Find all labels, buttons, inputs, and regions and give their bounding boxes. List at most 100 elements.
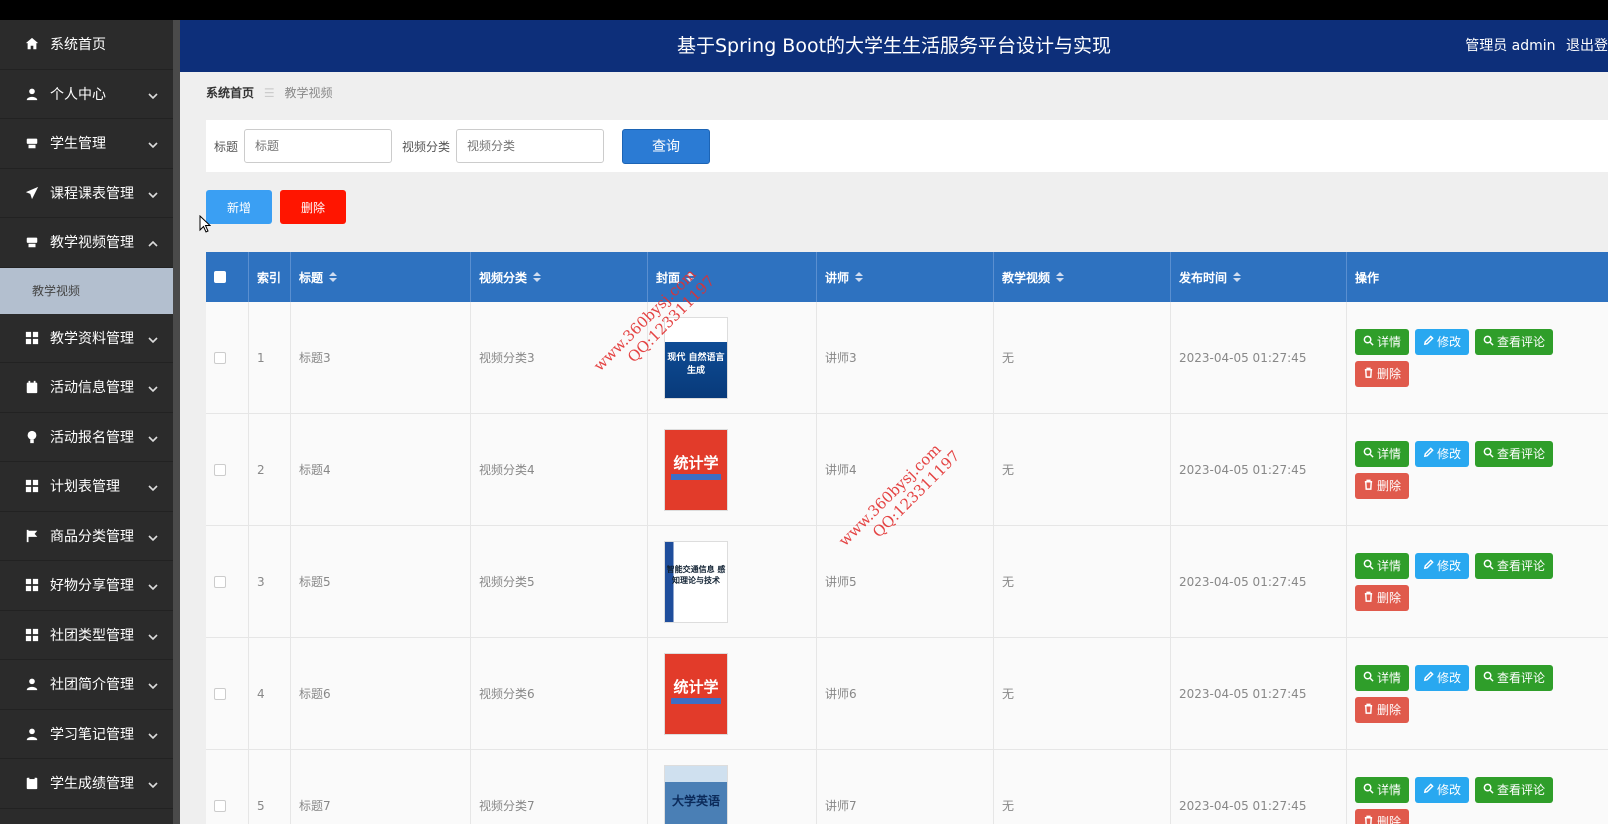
table-row[interactable]: 1 标题3 视频分类3 现代 自然语言生成 讲师3 无 2023-04-05 01:27:4… [206, 302, 1608, 414]
add-button[interactable]: 新增 [206, 190, 272, 224]
query-button[interactable]: 查询 [622, 128, 711, 164]
sidebar-item-13[interactable]: 学习笔记管理 [0, 710, 180, 759]
row-select[interactable] [206, 414, 249, 525]
category-input[interactable] [456, 129, 605, 163]
logout-link[interactable]: 退出登 [1566, 38, 1608, 54]
sidebar-item-label: 商品分类管理 [50, 528, 134, 545]
sort-icon[interactable] [855, 272, 864, 282]
detail-button[interactable]: 详情 [1355, 328, 1410, 355]
cell-video: 无 [994, 750, 1171, 824]
header-teacher[interactable]: 讲师 [817, 252, 994, 302]
delete-button[interactable]: 删除 [280, 190, 346, 224]
row-checkbox[interactable] [214, 351, 226, 364]
search-icon [1483, 671, 1497, 685]
table-row[interactable]: 3 标题5 视频分类5 智能交通信息 感知理论与技术 讲师5 无 2023-04-05 01… [206, 526, 1608, 638]
sidebar-item-5[interactable]: 教学资料管理 [0, 314, 180, 363]
breadcrumb-home[interactable]: 系统首页 [206, 86, 254, 100]
row-select[interactable] [206, 750, 249, 824]
row-select[interactable] [206, 526, 249, 637]
sidebar-scrollbar[interactable] [173, 20, 180, 824]
row-delete-button[interactable]: 删除 [1355, 360, 1410, 387]
grid-icon [24, 627, 40, 643]
edit-button[interactable]: 修改 [1415, 776, 1470, 803]
sidebar-item-label: 教学资料管理 [50, 330, 134, 347]
view-comments-button[interactable]: 查看评论 [1475, 776, 1554, 803]
edit-button[interactable]: 修改 [1415, 552, 1470, 579]
row-select[interactable] [206, 638, 249, 749]
cell-title: 标题6 [291, 638, 471, 749]
detail-button[interactable]: 详情 [1355, 440, 1410, 467]
row-checkbox[interactable] [214, 575, 226, 588]
row-delete-button[interactable]: 删除 [1355, 808, 1410, 824]
select-all-checkbox[interactable] [214, 271, 226, 283]
chevron-down-icon [148, 531, 158, 541]
row-checkbox[interactable] [214, 687, 226, 700]
sidebar-item-3[interactable]: 课程课表管理 [0, 169, 180, 218]
row-select[interactable] [206, 302, 249, 413]
table-row[interactable]: 4 标题6 视频分类6 统计学 讲师6 无 2023-04-05 01:27:45 详情 修改 查… [206, 638, 1608, 750]
row-checkbox[interactable] [214, 463, 226, 476]
view-comments-button[interactable]: 查看评论 [1475, 328, 1554, 355]
detail-button[interactable]: 详情 [1355, 664, 1410, 691]
header-video[interactable]: 教学视频 [994, 252, 1171, 302]
sidebar-item-0[interactable]: 系统首页 [0, 20, 180, 70]
row-delete-button[interactable]: 删除 [1355, 696, 1410, 723]
row-checkbox[interactable] [214, 799, 226, 812]
cover-image[interactable]: 统计学 [664, 428, 728, 511]
sort-icon[interactable] [1056, 272, 1065, 282]
edit-button[interactable]: 修改 [1415, 440, 1470, 467]
edit-button[interactable]: 修改 [1415, 664, 1470, 691]
sidebar-item-10[interactable]: 好物分享管理 [0, 561, 180, 611]
header-time-label: 发布时间 [1179, 270, 1228, 285]
view-comments-button[interactable]: 查看评论 [1475, 440, 1554, 467]
sidebar-subitem-video[interactable]: 教学视频 [0, 267, 180, 314]
view-comments-button[interactable]: 查看评论 [1475, 664, 1554, 691]
edit-button[interactable]: 修改 [1415, 328, 1470, 355]
sort-icon[interactable] [1233, 272, 1242, 282]
sidebar-item-11[interactable]: 社团类型管理 [0, 611, 180, 660]
sidebar-item-4[interactable]: 教学视频管理 [0, 218, 180, 268]
cover-image[interactable]: 大学英语 [664, 764, 728, 824]
sort-icon[interactable] [329, 272, 338, 282]
table-row[interactable]: 5 标题7 视频分类7 大学英语 讲师7 无 2023-04-05 01:27:45 详情 修改… [206, 750, 1608, 824]
sidebar-item-7[interactable]: 活动报名管理 [0, 413, 180, 462]
sidebar-item-2[interactable]: 学生管理 [0, 119, 180, 169]
header-title[interactable]: 标题 [291, 252, 471, 302]
edit-icon [1423, 558, 1437, 573]
search-icon [1363, 335, 1377, 349]
cover-image[interactable]: 智能交通信息 感知理论与技术 [664, 540, 728, 623]
search-icon [1363, 783, 1377, 797]
sidebar-item-9[interactable]: 商品分类管理 [0, 512, 180, 561]
cell-video: 无 [994, 414, 1171, 525]
view-comments-button[interactable]: 查看评论 [1475, 552, 1554, 579]
detail-button[interactable]: 详情 [1355, 776, 1410, 803]
cover-image[interactable]: 统计学 [664, 652, 728, 735]
user-icon [24, 726, 40, 742]
sidebar-item-label: 好物分享管理 [50, 578, 134, 595]
row-delete-button[interactable]: 删除 [1355, 472, 1410, 499]
cell-time: 2023-04-05 01:27:45 [1171, 526, 1347, 637]
sidebar-item-14[interactable]: 学生成绩管理 [0, 759, 180, 809]
sidebar-item-12[interactable]: 社团简介管理 [0, 660, 180, 710]
sort-icon[interactable] [533, 272, 542, 282]
sidebar-item-8[interactable]: 计划表管理 [0, 462, 180, 512]
main-content: 系统首页 ☰ 教学视频 标题 视频分类 查询 新增 删除 索引 标题 视频分类 … [180, 72, 1608, 824]
cell-actions: 详情 修改 查看评论删除 [1347, 638, 1608, 749]
detail-label: 详情 [1377, 671, 1402, 685]
row-delete-button[interactable]: 删除 [1355, 584, 1410, 611]
header-category[interactable]: 视频分类 [471, 252, 648, 302]
chevron-down-icon [148, 432, 158, 442]
sidebar-item-label: 活动信息管理 [50, 380, 134, 397]
user-name: 管理员 admin [1465, 38, 1556, 54]
header-select-all[interactable] [206, 252, 249, 302]
detail-label: 详情 [1377, 447, 1402, 461]
chevron-down-icon [148, 729, 158, 739]
breadcrumb-current: 教学视频 [284, 86, 333, 100]
title-input[interactable] [244, 129, 393, 163]
sidebar-item-6[interactable]: 活动信息管理 [0, 363, 180, 413]
detail-button[interactable]: 详情 [1355, 552, 1410, 579]
header-user-area: 管理员 admin 退出登 [1459, 20, 1608, 72]
sidebar-item-label: 学生管理 [50, 136, 106, 153]
sidebar-item-1[interactable]: 个人中心 [0, 70, 180, 119]
header-time[interactable]: 发布时间 [1171, 252, 1347, 302]
